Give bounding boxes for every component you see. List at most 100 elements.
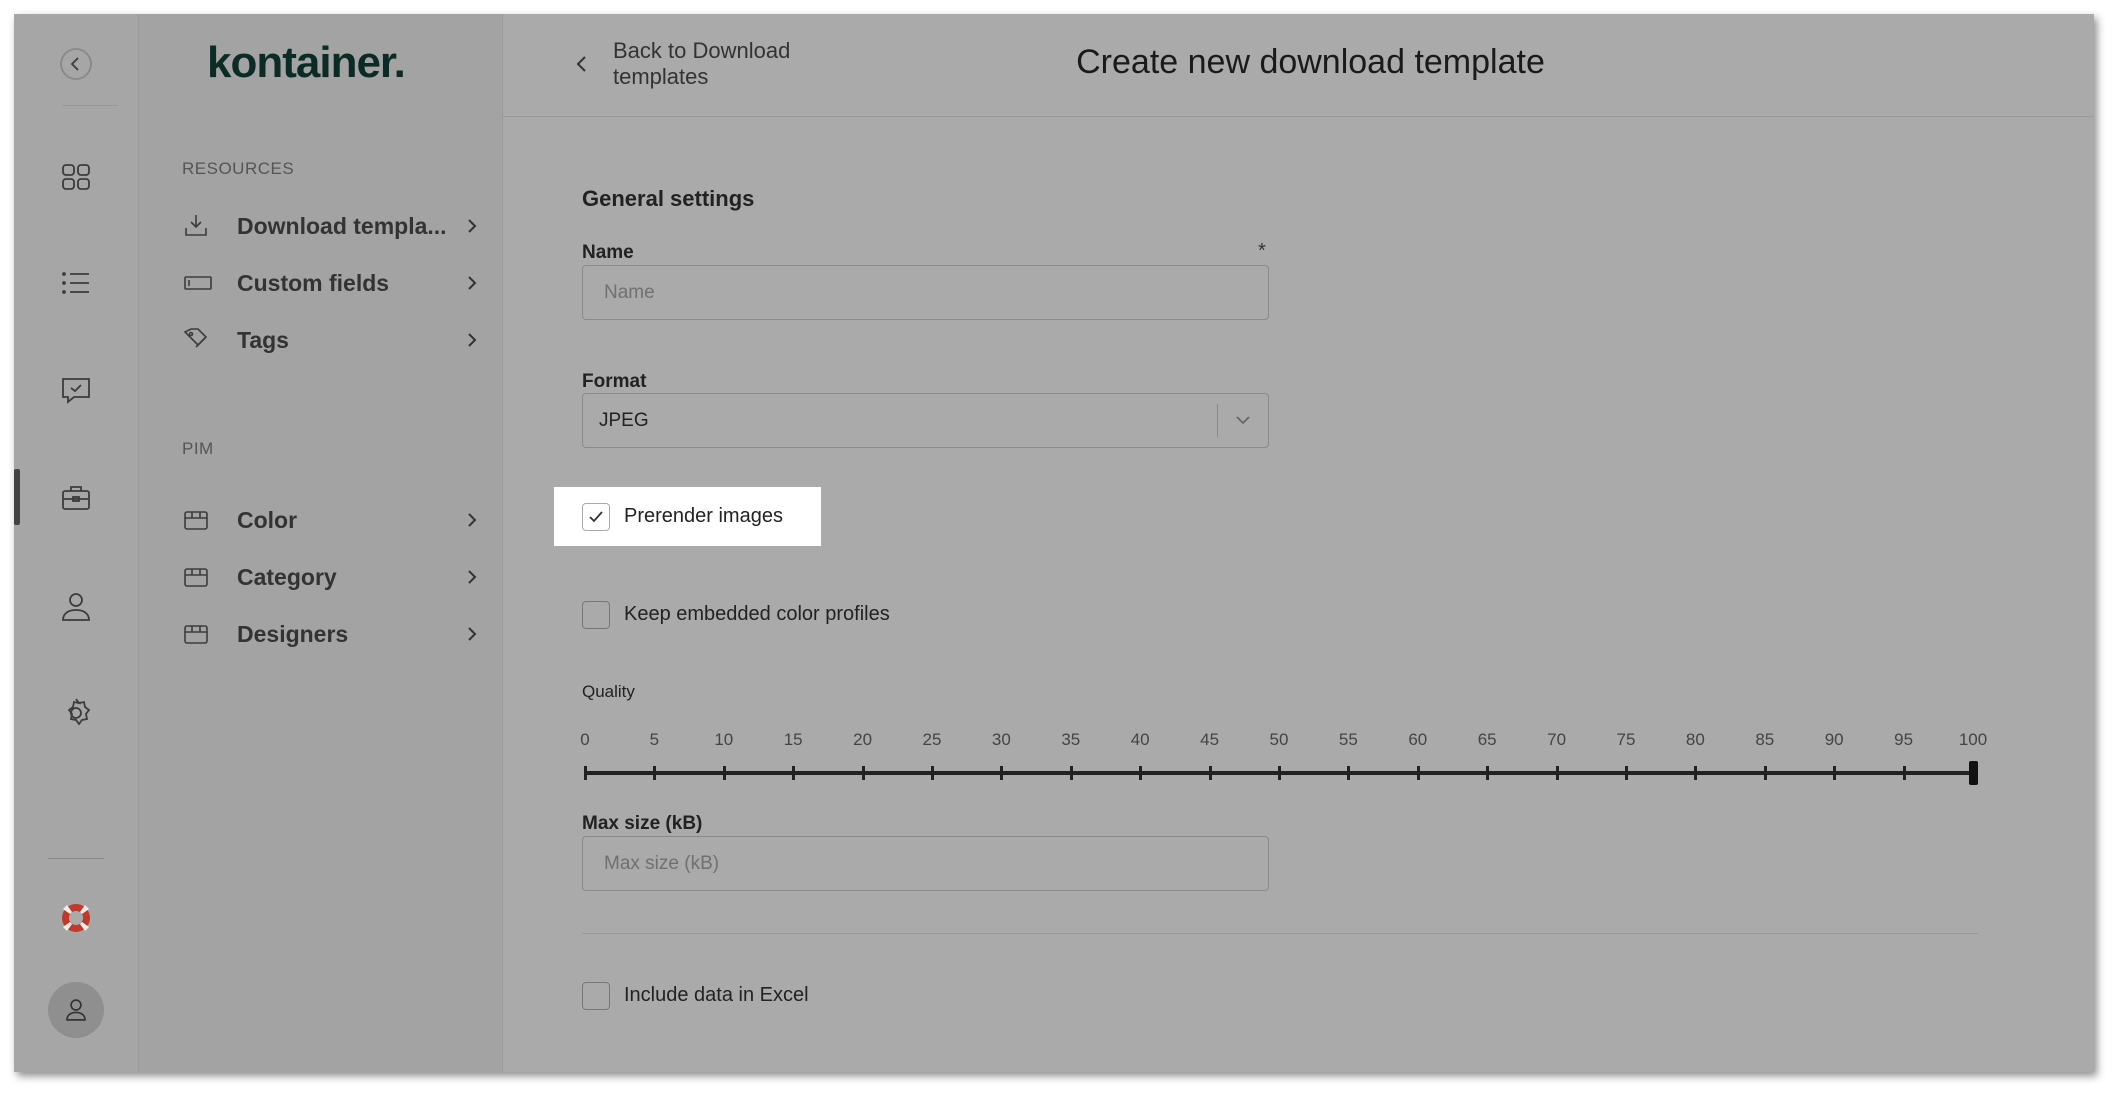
- quality-tick-mark: [1000, 766, 1004, 780]
- quality-tick-label: 40: [1130, 730, 1150, 749]
- field-icon: [184, 276, 212, 290]
- chevron-left-icon: [576, 56, 586, 72]
- briefcase-icon: [62, 486, 90, 510]
- quality-tick-label: 65: [1477, 730, 1497, 749]
- keep-profiles-checkbox[interactable]: [582, 601, 610, 629]
- quality-tick-label: 100: [1958, 730, 1988, 749]
- avatar[interactable]: [48, 982, 104, 1038]
- quality-tick-mark: [931, 766, 934, 780]
- maxsize-label: Max size (kB): [582, 813, 703, 834]
- format-label: Format: [582, 371, 647, 392]
- section-resources: RESOURCES: [182, 159, 295, 178]
- excel-label: Include data in Excel: [624, 984, 809, 1006]
- nav-custom-fields[interactable]: Custom fields: [182, 263, 482, 303]
- required-asterisk: *: [1258, 240, 1266, 262]
- box-icon: [184, 625, 208, 644]
- user-icon: [62, 593, 90, 621]
- nav-label: Custom fields: [237, 269, 390, 296]
- quality-tick-mark: [653, 766, 657, 780]
- rail-settings[interactable]: [56, 693, 96, 733]
- quality-tick-label: 10: [714, 730, 734, 749]
- back-link[interactable]: Back to Download templates: [573, 38, 790, 90]
- select-divider: [1217, 404, 1218, 437]
- chevron-left-icon: [60, 48, 92, 80]
- main-content: Back to Download templates Create new do…: [503, 14, 2094, 1072]
- help-button[interactable]: [56, 898, 96, 938]
- nav-label: Download templa...: [237, 212, 447, 239]
- grid-icon: [62, 164, 90, 190]
- quality-tick-mark: [1416, 766, 1420, 780]
- rail-divider-top: [62, 105, 118, 106]
- quality-tick-mark: [1278, 766, 1281, 780]
- quality-tick-label: 85: [1755, 730, 1775, 749]
- quality-tick-label: 15: [783, 730, 803, 749]
- quality-tick-mark: [861, 766, 865, 780]
- quality-tick-mark: [1833, 766, 1837, 780]
- section-pim: PIM: [182, 439, 214, 458]
- name-input[interactable]: Name: [582, 265, 1269, 320]
- keep-profiles-label: Keep embedded color profiles: [624, 603, 890, 625]
- chevron-right-icon: [468, 276, 477, 290]
- collapse-button[interactable]: [56, 44, 96, 84]
- nav-label: Color: [237, 506, 298, 533]
- quality-tick-mark: [1625, 766, 1628, 780]
- quality-tick-label: 0: [580, 730, 590, 749]
- user-icon: [66, 999, 86, 1021]
- rail-divider: [48, 858, 104, 859]
- nav-label: Category: [237, 563, 337, 590]
- prerender-checkbox[interactable]: [582, 503, 610, 531]
- nav-download-templates[interactable]: Download templa...: [182, 206, 482, 246]
- quality-tick-label: 70: [1547, 730, 1567, 749]
- download-icon: [185, 215, 207, 236]
- quality-tick-label: 20: [853, 730, 873, 749]
- page-title: Create new download template: [1076, 43, 1545, 81]
- chevron-down-icon: [1236, 416, 1250, 425]
- quality-tick-mark: [1694, 766, 1698, 780]
- tag-icon: [183, 328, 208, 348]
- slider-handle[interactable]: [1969, 761, 1978, 785]
- chevron-right-icon: [468, 513, 477, 527]
- prerender-label: Prerender images: [624, 505, 783, 527]
- box-icon: [184, 511, 208, 530]
- chevron-right-icon: [468, 627, 477, 641]
- nav-label: Tags: [237, 326, 289, 353]
- quality-tick-label: 50: [1269, 730, 1289, 749]
- quality-tick-label: 90: [1824, 730, 1844, 749]
- back-link-line1: Back to Download: [613, 38, 791, 63]
- quality-tick-mark: [1139, 766, 1143, 780]
- excel-checkbox[interactable]: [582, 982, 610, 1010]
- quality-tick-mark: [1208, 766, 1212, 780]
- divider: [582, 933, 1978, 934]
- format-select[interactable]: JPEG: [582, 393, 1269, 448]
- quality-tick-mark: [584, 766, 587, 780]
- lifebuoy-icon: [62, 904, 90, 932]
- quality-tick-label: 95: [1894, 730, 1914, 749]
- chevron-right-icon: [468, 333, 477, 347]
- chevron-right-icon: [468, 219, 477, 233]
- quality-tick-label: 30: [991, 730, 1011, 749]
- chevron-right-icon: [468, 570, 477, 584]
- quality-label: Quality: [582, 682, 635, 701]
- quality-tick-mark: [1902, 766, 1906, 780]
- quality-tick-label: 5: [649, 730, 660, 749]
- maxsize-input[interactable]: Max size (kB): [582, 836, 1269, 891]
- chat-check-icon: [62, 378, 90, 404]
- check-icon: [589, 511, 603, 523]
- nav-color[interactable]: Color: [182, 500, 482, 540]
- rail-dashboard[interactable]: [56, 157, 96, 197]
- rail-feedback[interactable]: [56, 370, 96, 410]
- quality-tick-label: 25: [922, 730, 942, 749]
- rail-user[interactable]: [56, 587, 96, 627]
- back-link-line2: templates: [613, 64, 709, 89]
- rail-briefcase[interactable]: [56, 478, 96, 518]
- active-indicator: [14, 469, 20, 525]
- rail-list[interactable]: [56, 263, 96, 303]
- nav-designers[interactable]: Designers: [182, 614, 482, 654]
- quality-tick-label: 60: [1408, 730, 1428, 749]
- section-title: General settings: [582, 186, 755, 211]
- quality-tick-mark: [1486, 766, 1490, 780]
- quality-tick-mark: [722, 766, 726, 780]
- nav-category[interactable]: Category: [182, 557, 482, 597]
- quality-tick-label: 75: [1616, 730, 1636, 749]
- nav-tags[interactable]: Tags: [182, 320, 482, 360]
